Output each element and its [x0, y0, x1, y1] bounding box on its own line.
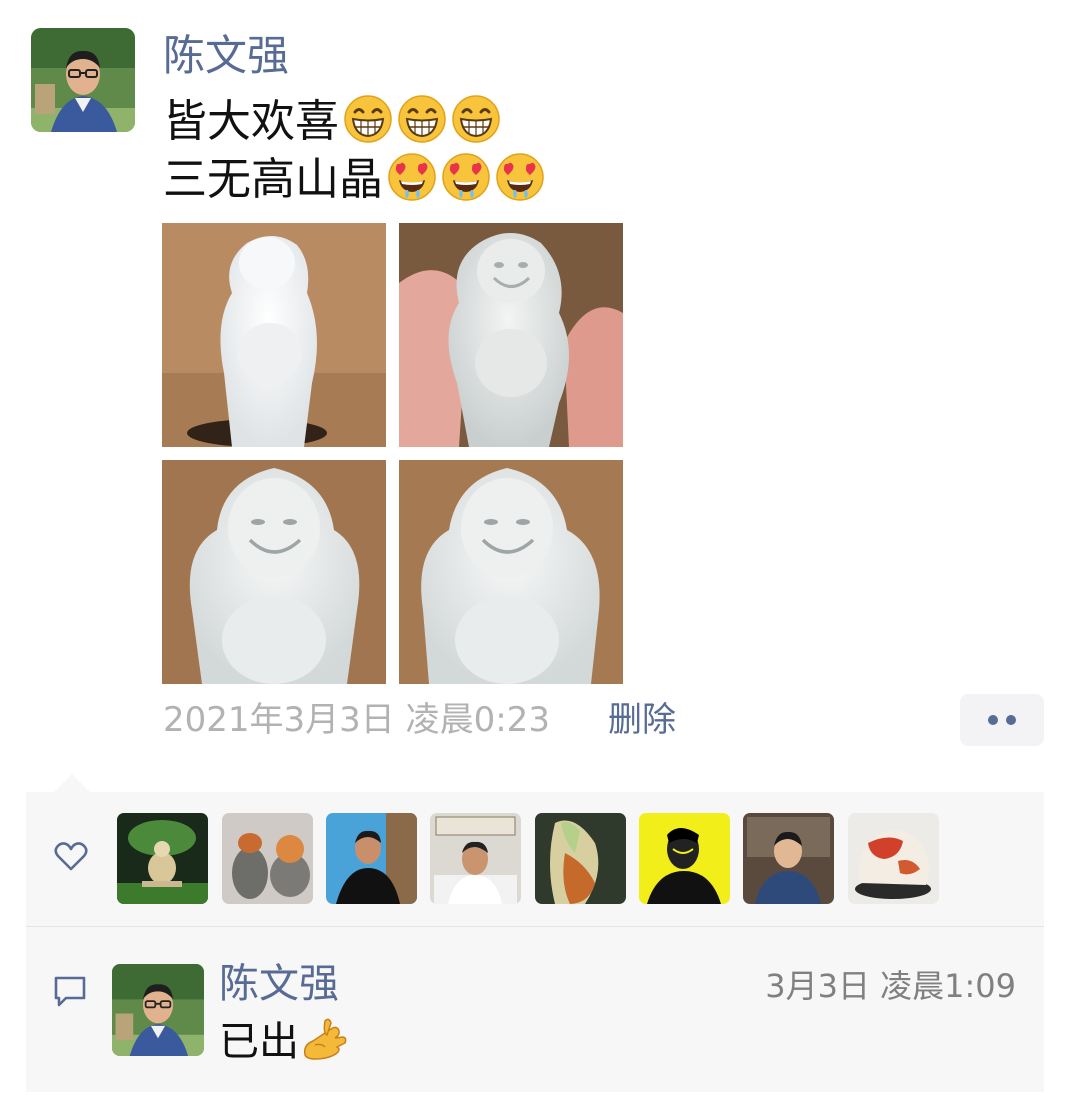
grin-emoji [344, 95, 392, 143]
post-photo-1[interactable] [162, 223, 386, 447]
delete-button[interactable]: 删除 [608, 698, 676, 742]
more-actions-button[interactable] [960, 694, 1044, 746]
panel-notch [54, 774, 90, 792]
heart-eyes-drool-emoji [496, 153, 544, 201]
liker-avatar-3[interactable] [326, 813, 417, 904]
comment-text-body: 已出 [219, 1019, 299, 1065]
liker-avatar-2[interactable] [222, 813, 313, 904]
heart-eyes-drool-emoji [388, 153, 436, 201]
heart-eyes-drool-emoji [442, 153, 490, 201]
comment-text: 已出 [219, 1014, 349, 1070]
commenter-avatar[interactable] [112, 964, 204, 1056]
comment-timestamp: 3月3日 凌晨1:09 [765, 967, 1016, 1005]
liker-avatar-1[interactable] [117, 813, 208, 904]
post-timestamp: 2021年3月3日 凌晨0:23 [163, 700, 550, 740]
interactions-panel: 陈文强 3月3日 凌晨1:09 已出 [26, 774, 1044, 1092]
post-photo-3[interactable] [162, 460, 386, 684]
liker-avatar-8[interactable] [848, 813, 939, 904]
liker-avatar-4[interactable] [430, 813, 521, 904]
author-name[interactable]: 陈文强 [163, 28, 289, 84]
post-text-line-2: 三无高山晶 [163, 152, 545, 208]
grin-emoji [452, 95, 500, 143]
post-photo-4[interactable] [399, 460, 623, 684]
post-text-line-1: 皆大欢喜 [163, 94, 501, 150]
post-text: 三无高山晶 [163, 154, 383, 205]
more-dots-icon [1006, 715, 1016, 725]
author-avatar[interactable] [31, 28, 135, 132]
post-photo-2[interactable] [399, 223, 623, 447]
liker-avatar-5[interactable] [535, 813, 626, 904]
ok-hand-emoji [303, 1018, 347, 1060]
heart-outline-icon [54, 842, 88, 871]
grin-emoji [398, 95, 446, 143]
liker-avatar-7[interactable] [743, 813, 834, 904]
liker-avatar-6[interactable] [639, 813, 730, 904]
post-text: 皆大欢喜 [163, 96, 339, 147]
commenter-name[interactable]: 陈文强 [219, 958, 339, 1010]
likes-divider [26, 926, 1044, 927]
comment-bubble-icon [54, 976, 86, 1007]
more-dots-icon [988, 715, 998, 725]
